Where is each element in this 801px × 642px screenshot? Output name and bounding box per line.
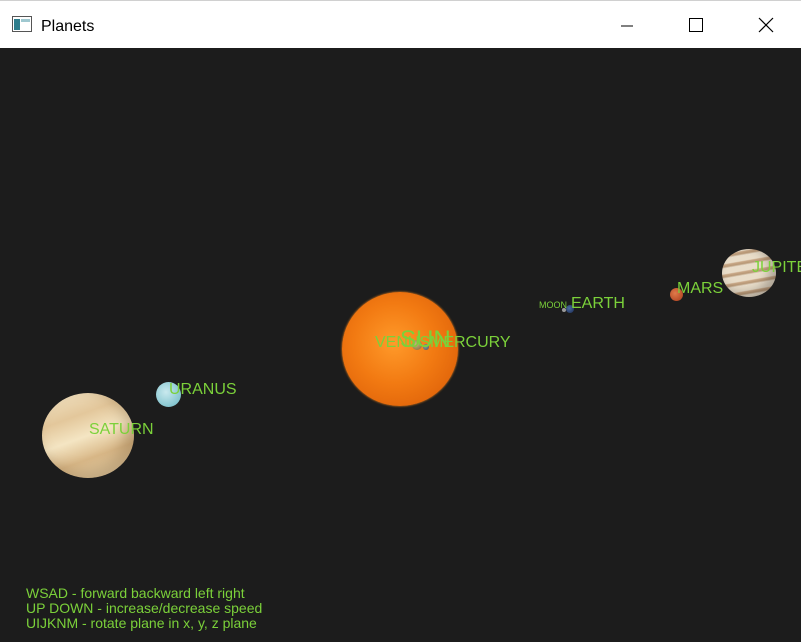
label-saturn: SATURN [89, 421, 154, 438]
label-mars: MARS [677, 280, 724, 297]
label-jupiter: JUPITER [752, 259, 801, 276]
render-canvas[interactable]: SUN VENUS MERCURY EARTH MOON MARS JUPITE… [0, 48, 801, 642]
planets-window: Planets SUN VENUS MERCURY EARTH MOON MAR… [0, 0, 801, 642]
title-bar[interactable]: Planets [0, 0, 801, 48]
controls-help: WSAD - forward backward left right UP DO… [26, 586, 262, 631]
help-line-movement: WSAD - forward backward left right [26, 585, 245, 601]
minimize-icon [621, 25, 633, 27]
close-button[interactable] [743, 1, 789, 49]
label-moon: MOON [539, 300, 567, 310]
window-title: Planets [41, 18, 95, 35]
app-window-icon [12, 16, 32, 32]
label-uranus: URANUS [169, 381, 237, 398]
minimize-button[interactable] [604, 1, 650, 49]
close-icon [758, 17, 774, 33]
help-line-rotate: UIJKNM - rotate plane in x, y, z plane [26, 615, 257, 631]
label-earth: EARTH [571, 295, 625, 312]
label-venus: VENUS [375, 334, 431, 351]
help-line-speed: UP DOWN - increase/decrease speed [26, 600, 263, 616]
maximize-icon [689, 18, 703, 32]
label-mercury: MERCURY [430, 334, 511, 351]
maximize-button[interactable] [673, 1, 719, 49]
